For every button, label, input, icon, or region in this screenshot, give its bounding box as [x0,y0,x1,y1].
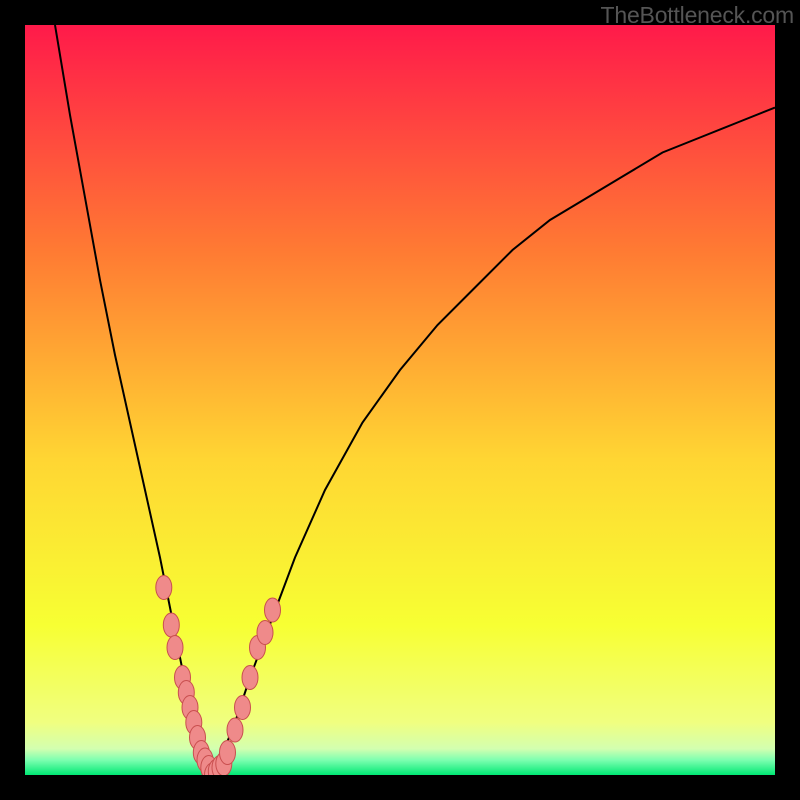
chart-frame [25,25,775,775]
bottleneck-chart [25,25,775,775]
data-dot [167,636,183,660]
data-dot [242,666,258,690]
data-dot [227,718,243,742]
plot-area [25,25,775,775]
data-dot [163,613,179,637]
gradient-background [25,25,775,775]
data-dot [235,696,251,720]
data-dot [156,576,172,600]
data-dot [220,741,236,765]
data-dot [257,621,273,645]
data-dot [265,598,281,622]
